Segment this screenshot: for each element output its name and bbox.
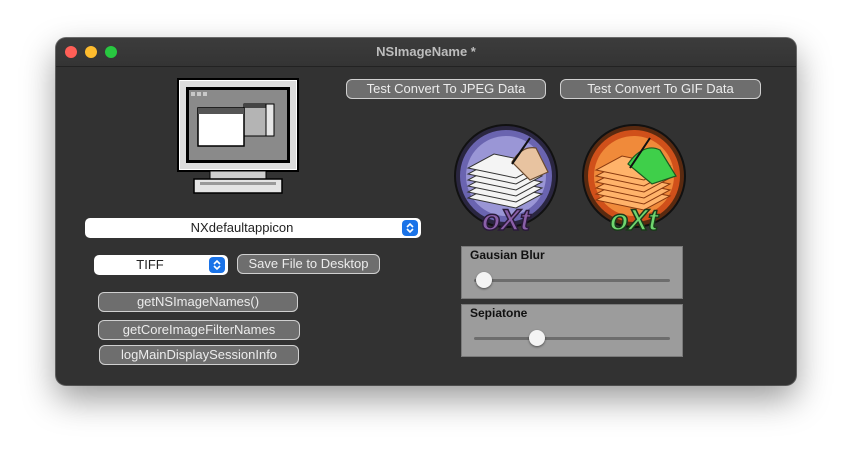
- gaussian-blur-slider-knob[interactable]: [475, 272, 492, 288]
- sepiatone-slider-knob[interactable]: [528, 330, 545, 346]
- title-bar: NSImageName *: [56, 38, 796, 67]
- gaussian-blur-label: Gausian Blur: [470, 248, 545, 262]
- test-convert-jpeg-button[interactable]: Test Convert To JPEG Data: [346, 79, 546, 99]
- gaussian-blur-track[interactable]: [474, 272, 670, 288]
- file-format-popup[interactable]: TIFF: [94, 255, 228, 275]
- file-format-popup-value: TIFF: [136, 257, 164, 272]
- oxt-logo-purple-icon: oXt: [454, 124, 558, 236]
- sepiatone-panel: Sepiatone: [461, 304, 683, 357]
- get-core-image-filter-names-button[interactable]: getCoreImageFilterNames: [98, 320, 300, 340]
- computer-monitor-icon: [177, 78, 299, 194]
- test-convert-gif-button[interactable]: Test Convert To GIF Data: [560, 79, 761, 99]
- chevron-up-down-icon: [209, 257, 225, 273]
- window-title: NSImageName *: [376, 44, 476, 59]
- oxt-logo-orange-icon: oXt: [582, 124, 686, 236]
- get-nsimage-names-button[interactable]: getNSImageNames(): [98, 292, 298, 312]
- save-file-to-desktop-button[interactable]: Save File to Desktop: [237, 254, 380, 274]
- log-main-display-session-info-button[interactable]: logMainDisplaySessionInfo: [99, 345, 299, 365]
- main-window: NSImageName * Test Convert To JPEG Data …: [56, 38, 796, 385]
- sepiatone-track[interactable]: [474, 330, 670, 346]
- oxt-logo-right-text: oXt: [610, 204, 660, 236]
- chevron-up-down-icon: [402, 220, 418, 236]
- image-name-popup[interactable]: NXdefaultappicon: [85, 218, 421, 238]
- oxt-logo-left-text: oXt: [482, 204, 532, 236]
- gaussian-blur-panel: Gausian Blur: [461, 246, 683, 299]
- image-name-popup-value: NXdefaultappicon: [190, 220, 294, 235]
- sepiatone-label: Sepiatone: [470, 306, 528, 320]
